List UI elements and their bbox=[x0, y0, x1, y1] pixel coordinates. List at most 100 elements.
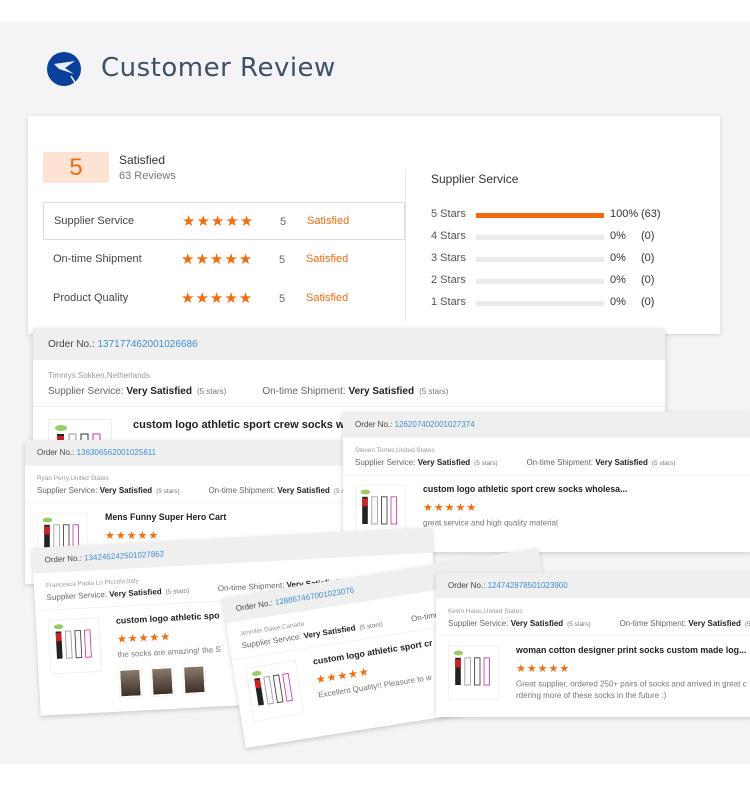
order-number-link[interactable]: 137177462001026686 bbox=[97, 339, 197, 350]
shipment-value: Very Satisfied bbox=[688, 619, 741, 629]
star-rating-icon: ★★★★★ bbox=[516, 661, 571, 675]
review-comment: the socks are amazing! the S bbox=[117, 645, 221, 660]
star-breakdown-row[interactable]: 4 Stars 0% (0) bbox=[431, 230, 711, 244]
order-header: Order No.: 136306562001025611 bbox=[25, 440, 353, 466]
review-photo[interactable] bbox=[118, 668, 143, 699]
order-label: Order No.: bbox=[44, 554, 85, 565]
rating-row[interactable]: On-time Shipment ★★★★★ 5 Satisfied bbox=[43, 241, 405, 279]
order-number-link[interactable]: 134245242501027862 bbox=[84, 550, 164, 563]
order-number-link[interactable]: 126207402001027374 bbox=[395, 421, 475, 430]
progress-bar bbox=[476, 301, 604, 306]
supplier-service-value: Very Satisfied bbox=[417, 458, 471, 468]
supplier-service-value: Very Satisfied bbox=[126, 386, 192, 397]
score-label: Satisfied bbox=[119, 153, 166, 167]
shipment-label: On-time Shipment: bbox=[262, 386, 349, 397]
order-label: Order No.: bbox=[355, 420, 395, 430]
rating-value: 5 bbox=[279, 293, 286, 305]
star-label: 3 Stars bbox=[431, 252, 466, 264]
order-header: Order No.: 137177462001026686 bbox=[33, 328, 665, 360]
supplier-service-value: Very Satisfied bbox=[109, 587, 162, 600]
buyer-name: Kevin Halas,United States bbox=[448, 607, 523, 615]
star-label: 2 Stars bbox=[431, 274, 466, 286]
order-header: Order No.: 126207402001027374 bbox=[343, 412, 750, 438]
supplier-stars: (5 stars) bbox=[474, 459, 498, 467]
product-title-link[interactable]: custom logo athletic sport crew socks wh… bbox=[423, 485, 627, 495]
buyer-name: Steven Torres,United States bbox=[355, 446, 435, 454]
progress-fill bbox=[476, 213, 604, 218]
score-badge: 5 bbox=[43, 152, 109, 183]
service-ratings: Supplier Service: Very Satisfied (5 stars… bbox=[436, 615, 750, 637]
star-breakdown-row[interactable]: 3 Stars 0% (0) bbox=[431, 252, 711, 266]
count: (0) bbox=[641, 252, 655, 264]
product-thumbnail[interactable] bbox=[448, 645, 500, 701]
product-title-link[interactable]: woman cotton designer print socks custom… bbox=[516, 646, 746, 656]
supplier-service-value: Very Satisfied bbox=[99, 486, 153, 496]
order-label: Order No.: bbox=[235, 598, 276, 614]
star-rating-icon: ★★★★★ bbox=[182, 213, 255, 230]
progress-bar bbox=[476, 235, 604, 240]
review-count[interactable]: 63 Reviews bbox=[119, 170, 176, 182]
order-header: Order No.: 124742878501023900 bbox=[436, 573, 750, 599]
supplier-stars: (5 stars) bbox=[196, 387, 227, 396]
star-label: 5 Stars bbox=[431, 208, 466, 220]
review-comment: Great supplier, ordered 250+ pairs of so… bbox=[516, 680, 747, 701]
count: (0) bbox=[641, 274, 655, 286]
product-thumbnail[interactable] bbox=[47, 617, 102, 675]
shipment-label: On-time Shipment: bbox=[619, 619, 689, 629]
breakdown-title: Supplier Service bbox=[431, 172, 519, 186]
shipment-label: On-time Shipment: bbox=[208, 486, 278, 496]
order-label: Order No.: bbox=[448, 581, 488, 591]
order-label: Order No.: bbox=[37, 448, 77, 458]
product-title-link[interactable]: custom logo athletic spo bbox=[116, 611, 220, 626]
count: (0) bbox=[641, 296, 655, 308]
percent: 0% bbox=[610, 230, 626, 242]
service-ratings: Supplier Service: Very Satisfied (5 stars… bbox=[25, 482, 353, 504]
progress-bar bbox=[476, 257, 604, 262]
star-rating-icon: ★★★★★ bbox=[181, 290, 254, 307]
supplier-service-value: Very Satisfied bbox=[303, 623, 357, 641]
shipment-stars: (5 stars) bbox=[744, 620, 750, 628]
order-number-link[interactable]: 124742878501023900 bbox=[488, 582, 568, 591]
rating-label: Product Quality bbox=[53, 292, 129, 304]
supplier-service-label: Supplier Service: bbox=[355, 458, 418, 468]
product-title-link[interactable]: custom logo athletic sport crew socks wh… bbox=[133, 419, 361, 431]
star-label: 1 Stars bbox=[431, 296, 466, 308]
bird-logo-icon bbox=[47, 52, 81, 86]
star-label: 4 Stars bbox=[431, 230, 466, 242]
shipment-stars: (5 stars) bbox=[419, 387, 449, 396]
star-rating-icon: ★★★★★ bbox=[105, 528, 160, 542]
review-photo[interactable] bbox=[182, 664, 207, 695]
supplier-stars: (5 stars) bbox=[567, 620, 591, 628]
service-ratings: Supplier Service: Very Satisfied (5 stars… bbox=[343, 454, 750, 476]
count: (63) bbox=[641, 208, 661, 220]
divider bbox=[405, 171, 406, 321]
star-rating-icon: ★★★★★ bbox=[181, 251, 254, 268]
progress-bar bbox=[476, 213, 604, 218]
percent: 100% bbox=[610, 208, 639, 220]
percent: 0% bbox=[610, 252, 626, 264]
count: (0) bbox=[641, 230, 655, 242]
order-number-link[interactable]: 136306562001025611 bbox=[77, 449, 157, 458]
review-photo[interactable] bbox=[150, 666, 175, 697]
rating-value: 5 bbox=[280, 216, 287, 228]
rating-result: Satisfied bbox=[307, 215, 350, 227]
service-ratings: Supplier Service: Very Satisfied (5 stars… bbox=[33, 380, 665, 407]
star-breakdown-row[interactable]: 2 Stars 0% (0) bbox=[431, 274, 711, 288]
shipment-stars: (5 stars) bbox=[651, 459, 676, 467]
supplier-stars: (5 stars) bbox=[165, 587, 190, 596]
supplier-service-value: Very Satisfied bbox=[510, 619, 564, 629]
star-breakdown-row[interactable]: 5 Stars 100% (63) bbox=[431, 208, 711, 222]
percent: 0% bbox=[610, 296, 626, 308]
rating-result: Satisfied bbox=[306, 253, 349, 265]
buyer-name: Ryan Perry,United States bbox=[37, 474, 109, 482]
supplier-service-label: Supplier Service: bbox=[37, 486, 100, 496]
page-title: Customer Review bbox=[101, 53, 336, 83]
rating-value: 5 bbox=[279, 254, 286, 266]
product-thumbnail[interactable] bbox=[245, 660, 305, 722]
supplier-stars: (5 stars) bbox=[156, 487, 180, 495]
rating-row[interactable]: Product Quality ★★★★★ 5 Satisfied bbox=[43, 280, 405, 318]
rating-row[interactable]: Supplier Service ★★★★★ 5 Satisfied bbox=[43, 202, 405, 240]
review-photos bbox=[118, 664, 207, 699]
product-title-link[interactable]: Mens Funny Super Hero Cart bbox=[105, 513, 226, 523]
star-breakdown-row[interactable]: 1 Stars 0% (0) bbox=[431, 296, 711, 310]
